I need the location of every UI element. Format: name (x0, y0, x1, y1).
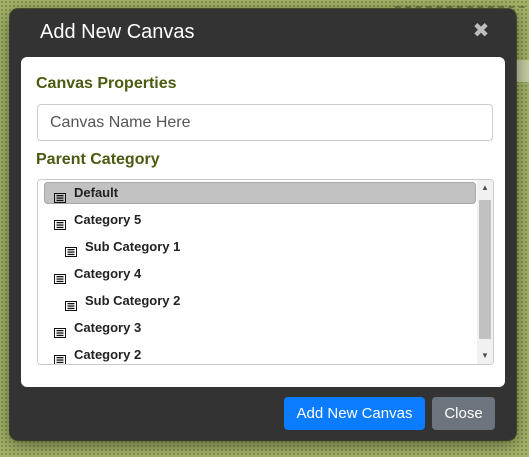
category-item-label: Category 5 (74, 212, 142, 227)
list-scrollbar[interactable]: ▲ ▼ (477, 180, 493, 364)
list-icon (65, 242, 77, 257)
category-item-label: Category 2 (74, 347, 142, 362)
add-new-canvas-button[interactable]: Add New Canvas (284, 397, 425, 430)
list-icon (54, 215, 66, 230)
dialog-title: Add New Canvas (40, 21, 195, 43)
background-decoration (395, 6, 529, 8)
category-item[interactable]: Default (44, 182, 476, 204)
category-item[interactable]: Category 4 (44, 263, 141, 285)
dialog-header: Add New Canvas ✖ (10, 9, 516, 56)
list-icon (54, 323, 66, 338)
category-item-label: Sub Category 2 (85, 293, 181, 308)
scrollbar-thumb[interactable] (479, 200, 491, 339)
category-list: Default Category 5 Sub Category 1 Category … (38, 180, 478, 364)
list-icon (54, 188, 66, 203)
close-button[interactable]: Close (432, 397, 495, 430)
add-canvas-dialog: Add New Canvas ✖ Canvas Properties Paren… (10, 9, 516, 440)
canvas-properties-label: Canvas Properties (36, 75, 177, 92)
category-item[interactable]: Sub Category 2 (55, 290, 180, 312)
close-icon[interactable]: ✖ (471, 21, 491, 41)
scroll-down-arrow-icon[interactable]: ▼ (477, 348, 493, 364)
list-icon (54, 350, 66, 364)
category-item-label: Category 3 (74, 320, 142, 335)
category-item[interactable]: Category 5 (44, 209, 141, 231)
category-item-label: Sub Category 1 (85, 239, 181, 254)
category-item[interactable]: Sub Category 1 (55, 236, 180, 258)
parent-category-label: Parent Category (36, 151, 160, 168)
list-icon (54, 269, 66, 284)
canvas-name-input[interactable] (37, 104, 493, 141)
scroll-up-arrow-icon[interactable]: ▲ (477, 180, 493, 196)
list-icon (65, 296, 77, 311)
category-item-label: Default (74, 185, 119, 200)
category-item[interactable]: Category 2 (44, 344, 142, 364)
category-item-label: Category 4 (74, 266, 142, 281)
category-item[interactable]: Category 3 (44, 317, 141, 339)
background-tab (515, 60, 529, 82)
dialog-body: Canvas Properties Parent Category Defaul… (21, 57, 505, 387)
parent-category-listbox[interactable]: Default Category 5 Sub Category 1 Category … (37, 179, 494, 365)
